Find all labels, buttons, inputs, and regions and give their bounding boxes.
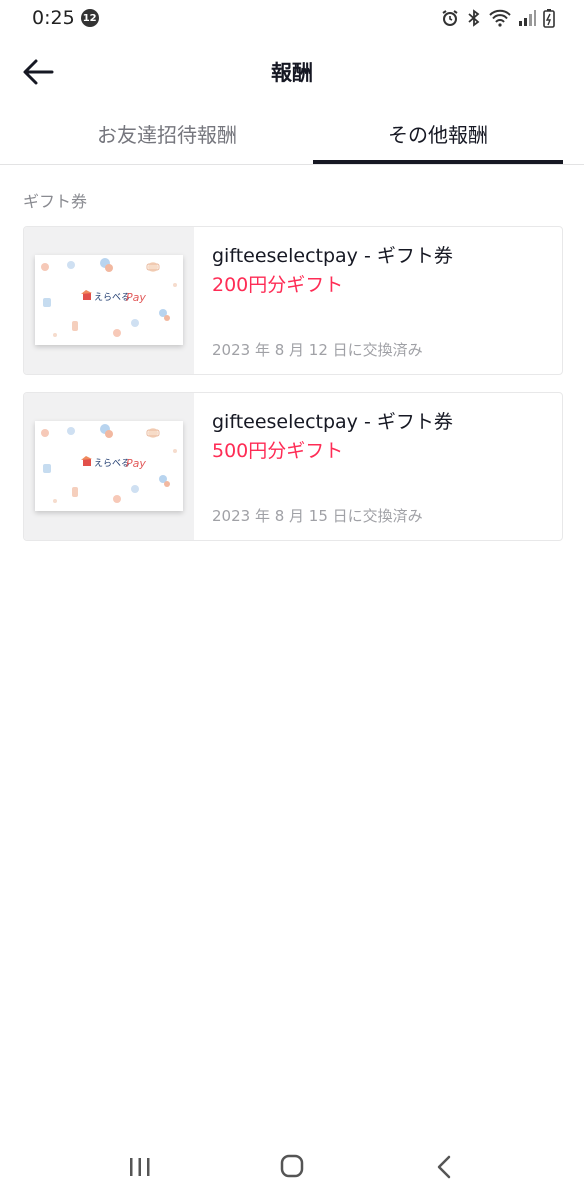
battery-icon xyxy=(542,8,556,28)
home-button[interactable] xyxy=(272,1152,312,1182)
gift-card-thumbnail: えらべる Pay xyxy=(24,393,194,540)
nav-back-icon xyxy=(425,1155,465,1186)
notification-count-badge: 12 xyxy=(80,9,99,27)
recent-apps-icon xyxy=(120,1158,160,1186)
recent-apps-button[interactable] xyxy=(120,1152,160,1182)
system-navigation-bar xyxy=(0,1140,584,1196)
gift-card-thumbnail: えらべる Pay xyxy=(24,227,194,374)
voucher-pattern: えらべる Pay xyxy=(41,424,177,503)
voucher-pay-text: Pay xyxy=(126,457,146,470)
reward-exchange-date: 2023 年 8 月 15 日に交換済み xyxy=(212,507,423,525)
voucher-pattern: えらべる Pay xyxy=(41,258,177,337)
alarm-icon xyxy=(440,8,460,28)
voucher-brand-text: えらべる xyxy=(94,458,130,469)
tab-bar: お友達招待報酬 その他報酬 xyxy=(0,106,584,165)
page-title: 報酬 xyxy=(271,61,313,85)
home-icon xyxy=(272,1154,312,1186)
status-left: 0:25 12 xyxy=(32,7,99,29)
voucher-brand-text: えらべる xyxy=(94,292,130,303)
voucher-image: えらべる Pay xyxy=(35,255,183,345)
voucher-pay-text: Pay xyxy=(126,291,146,304)
signal-icon xyxy=(518,9,536,27)
reward-amount: 200円分ギフト xyxy=(212,274,344,296)
header: 報酬 xyxy=(0,44,584,100)
voucher-image: えらべる Pay xyxy=(35,421,183,511)
status-bar: 0:25 12 xyxy=(0,0,584,36)
reward-title: gifteeselectpay - ギフト券 xyxy=(212,411,453,433)
tab-other-rewards[interactable]: その他報酬 xyxy=(313,106,563,164)
reward-exchange-date: 2023 年 8 月 12 日に交換済み xyxy=(212,341,423,359)
status-icons xyxy=(440,8,556,28)
tab-friend-invite-rewards[interactable]: お友達招待報酬 xyxy=(42,106,292,164)
status-time: 0:25 xyxy=(32,7,75,29)
reward-amount: 500円分ギフト xyxy=(212,440,344,462)
bluetooth-icon xyxy=(466,8,482,28)
reward-title: gifteeselectpay - ギフト券 xyxy=(212,245,453,267)
section-label: ギフト券 xyxy=(23,192,88,211)
wifi-icon xyxy=(488,8,512,28)
reward-card[interactable]: えらべる Pay gifteeselectpay - ギフト券 200円分ギフト… xyxy=(23,226,563,375)
active-tab-indicator xyxy=(313,160,563,164)
system-back-button[interactable] xyxy=(425,1152,465,1182)
reward-card[interactable]: えらべる Pay gifteeselectpay - ギフト券 500円分ギフト… xyxy=(23,392,563,541)
